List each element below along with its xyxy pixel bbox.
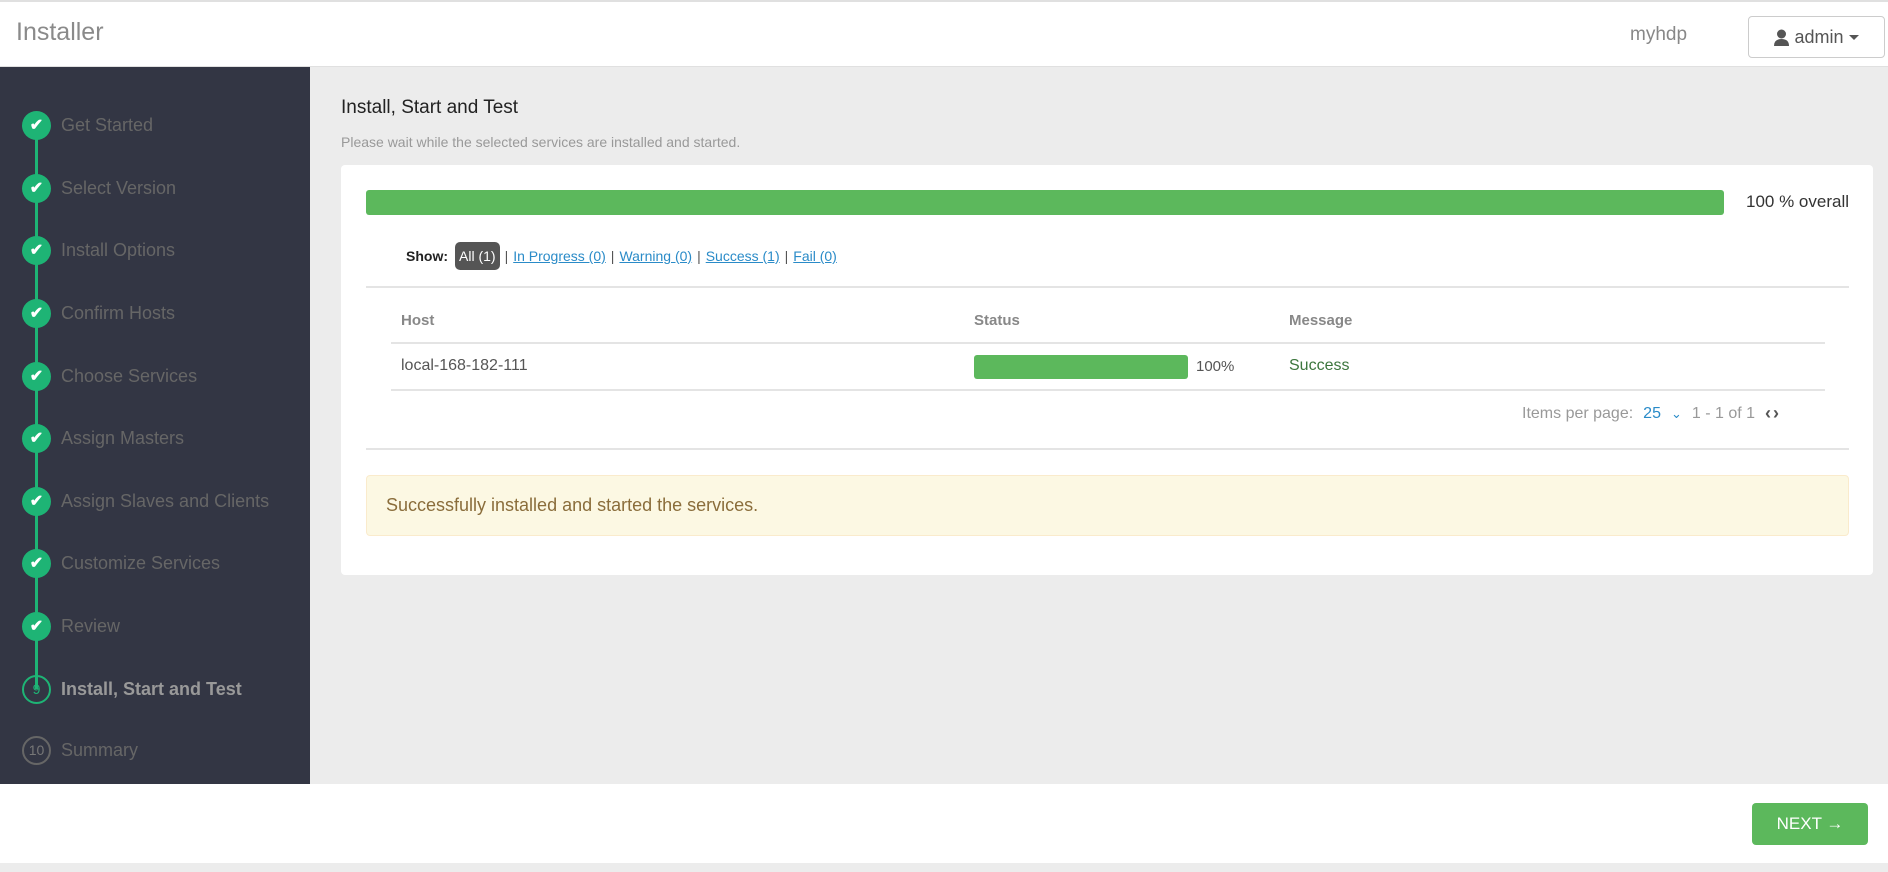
column-message: Message xyxy=(1289,312,1353,329)
app-title: Installer xyxy=(16,18,104,46)
sidebar-step[interactable]: ✔ Select Version xyxy=(22,173,176,203)
items-per-page-select[interactable]: 25 xyxy=(1643,405,1661,423)
filter-all[interactable]: All (1) xyxy=(455,242,500,270)
step-label: Assign Masters xyxy=(61,427,185,448)
header-divider xyxy=(391,342,1825,344)
step-label: Select Version xyxy=(61,177,177,198)
filter-success[interactable]: Success (1) xyxy=(706,248,780,264)
check-icon: ✔ xyxy=(22,235,51,265)
divider xyxy=(366,448,1849,450)
pagination: Items per page: 25 ⌄ 1 - 1 of 1 ‹ › xyxy=(1522,403,1779,424)
filter-in-progress[interactable]: In Progress (0) xyxy=(513,248,606,264)
sidebar-step[interactable]: ✔ Assign Masters xyxy=(22,423,184,453)
check-icon: ✔ xyxy=(22,486,51,516)
step-label: Choose Services xyxy=(61,365,198,386)
check-icon: ✔ xyxy=(22,298,51,328)
step-label: Install, Start and Test xyxy=(61,678,242,699)
page-subtitle: Please wait while the selected services … xyxy=(341,134,741,150)
filter-fail[interactable]: Fail (0) xyxy=(793,248,837,264)
cluster-name[interactable]: myhdp xyxy=(1630,24,1687,46)
overall-progress-bar xyxy=(366,190,1724,215)
row-divider xyxy=(391,389,1825,391)
overall-progress-text: 100 % overall xyxy=(1746,192,1850,211)
next-button[interactable]: NEXT → xyxy=(1752,803,1868,845)
check-icon: ✔ xyxy=(22,110,51,140)
next-page-icon[interactable]: › xyxy=(1773,403,1779,424)
check-icon: ✔ xyxy=(22,611,51,641)
user-name: admin xyxy=(1794,26,1844,47)
filter-label: Show: xyxy=(406,248,448,264)
check-icon: ✔ xyxy=(22,548,51,578)
step-label: Confirm Hosts xyxy=(61,302,176,323)
step-number: 9 xyxy=(22,674,51,704)
sidebar-step[interactable]: 10 Summary xyxy=(22,735,138,765)
step-label: Install Options xyxy=(61,239,176,260)
step-label: Get Started xyxy=(61,114,154,135)
sidebar-step[interactable]: ✔ Confirm Hosts xyxy=(22,298,175,328)
sidebar-step[interactable]: ✔ Get Started xyxy=(22,110,153,140)
divider xyxy=(366,286,1849,288)
chevron-down-icon[interactable]: ⌄ xyxy=(1671,406,1682,422)
check-icon: ✔ xyxy=(22,173,51,203)
sidebar-step[interactable]: ✔ Customize Services xyxy=(22,548,220,578)
top-bar: Installer myhdp admin xyxy=(0,0,1888,67)
step-number: 10 xyxy=(22,735,51,765)
sidebar-step[interactable]: ✔ Install Options xyxy=(22,235,175,265)
host-message[interactable]: Success xyxy=(1289,357,1349,375)
sidebar-step[interactable]: ✔ Choose Services xyxy=(22,361,197,391)
step-label: Review xyxy=(61,615,121,636)
step-label: Summary xyxy=(61,739,139,760)
items-per-page-label: Items per page: xyxy=(1522,404,1634,422)
sidebar-step[interactable]: 9 Install, Start and Test xyxy=(22,674,242,704)
sidebar-step[interactable]: ✔ Review xyxy=(22,611,120,641)
check-icon: ✔ xyxy=(22,361,51,391)
page-title: Install, Start and Test xyxy=(341,97,519,118)
host-progress-text: 100% xyxy=(1196,358,1235,375)
step-label: Assign Slaves and Clients xyxy=(61,490,270,511)
status-filter: Show: All (1) | In Progress (0) | Warning… xyxy=(406,242,837,270)
page-range: 1 - 1 of 1 xyxy=(1691,404,1756,422)
column-status: Status xyxy=(974,312,1020,329)
wizard-sidebar: ✔ Get Started ✔ Select Version ✔ Install Opti… xyxy=(0,67,310,784)
host-progress-bar xyxy=(974,355,1188,379)
step-label: Customize Services xyxy=(61,552,221,573)
footer xyxy=(0,784,1888,863)
check-icon: ✔ xyxy=(22,423,51,453)
filter-warning[interactable]: Warning (0) xyxy=(619,248,692,264)
user-icon xyxy=(1774,29,1790,46)
caret-down-icon xyxy=(1848,34,1859,40)
sidebar-step[interactable]: ✔ Assign Slaves and Clients xyxy=(22,486,269,516)
user-menu-button[interactable]: admin xyxy=(1748,16,1885,58)
column-host: Host xyxy=(401,312,435,329)
success-alert: Successfully installed and started the s… xyxy=(366,475,1849,536)
host-cell[interactable]: local-168-182-111 xyxy=(401,357,528,375)
prev-page-icon[interactable]: ‹ xyxy=(1765,403,1771,424)
